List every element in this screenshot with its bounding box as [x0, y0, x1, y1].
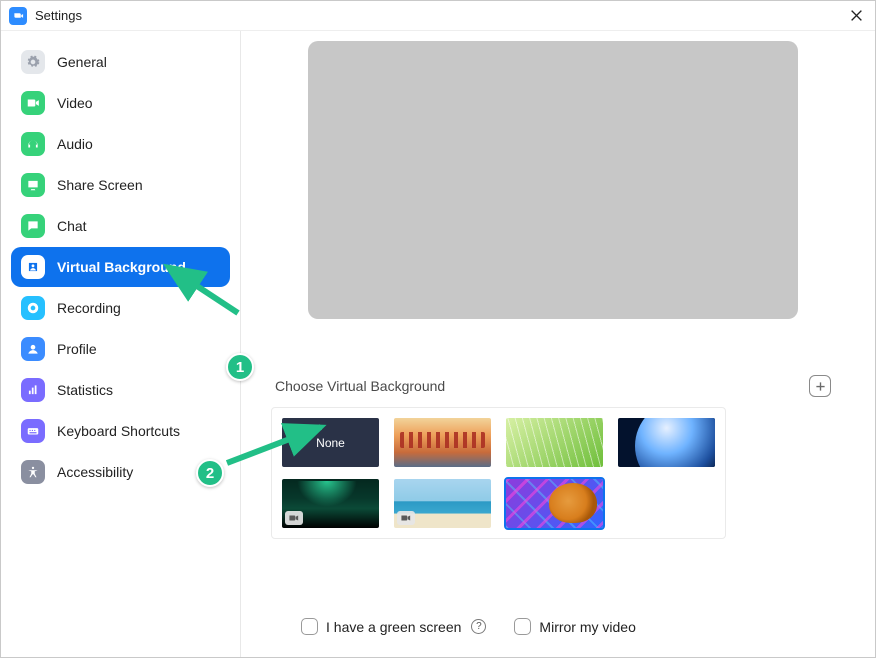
- gear-icon: [21, 50, 45, 74]
- bg-thumb-beach[interactable]: [394, 479, 491, 528]
- mirror-label: Mirror my video: [539, 619, 635, 635]
- a11y-icon: [21, 460, 45, 484]
- video-badge-icon: [285, 511, 303, 525]
- annotation-badge-2: 2: [196, 459, 224, 487]
- sidebar-item-label: Profile: [57, 341, 97, 357]
- add-background-button[interactable]: [809, 375, 831, 397]
- sidebar-item-label: Recording: [57, 300, 121, 316]
- sidebar-item-profile[interactable]: Profile: [11, 329, 230, 369]
- chat-icon: [21, 214, 45, 238]
- sidebar-item-label: Keyboard Shortcuts: [57, 423, 180, 439]
- info-icon[interactable]: ?: [471, 619, 486, 634]
- content-pane: Choose Virtual Background None I have a …: [241, 31, 875, 657]
- annotation-badge-1: 1: [226, 353, 254, 381]
- sidebar-item-label: Audio: [57, 136, 93, 152]
- sidebar-item-label: Statistics: [57, 382, 113, 398]
- vbg-icon: [21, 255, 45, 279]
- mirror-video-checkbox[interactable]: Mirror my video: [514, 618, 635, 635]
- green-screen-checkbox[interactable]: I have a green screen ?: [301, 618, 486, 635]
- video-preview: [308, 41, 798, 319]
- sidebar-item-label: Virtual Background: [57, 259, 186, 275]
- sidebar-item-label: Accessibility: [57, 464, 133, 480]
- sidebar-item-stats[interactable]: Statistics: [11, 370, 230, 410]
- bottom-options: I have a green screen ? Mirror my video: [301, 618, 636, 635]
- bg-thumb-earth[interactable]: [618, 418, 715, 467]
- profile-icon: [21, 337, 45, 361]
- window-title: Settings: [35, 8, 845, 23]
- sidebar-item-video[interactable]: Video: [11, 83, 230, 123]
- sidebar-item-label: Video: [57, 95, 93, 111]
- rec-icon: [21, 296, 45, 320]
- stats-icon: [21, 378, 45, 402]
- sidebar-item-label: Share Screen: [57, 177, 143, 193]
- share-icon: [21, 173, 45, 197]
- sidebar: General Video Audio Share Screen Chat Virtual…: [1, 31, 241, 657]
- bg-thumb-none[interactable]: None: [282, 418, 379, 467]
- bg-thumb-grass[interactable]: [506, 418, 603, 467]
- sidebar-item-share[interactable]: Share Screen: [11, 165, 230, 205]
- video-badge-icon: [397, 511, 415, 525]
- bg-thumb-aurora[interactable]: [282, 479, 379, 528]
- audio-icon: [21, 132, 45, 156]
- sidebar-item-gear[interactable]: General: [11, 42, 230, 82]
- sidebar-item-rec[interactable]: Recording: [11, 288, 230, 328]
- sidebar-item-label: Chat: [57, 218, 87, 234]
- video-icon: [21, 91, 45, 115]
- app-icon: [9, 7, 27, 25]
- section-label: Choose Virtual Background: [275, 378, 445, 394]
- background-grid: None: [271, 407, 726, 539]
- sidebar-item-audio[interactable]: Audio: [11, 124, 230, 164]
- kbd-icon: [21, 419, 45, 443]
- checkbox-box: [514, 618, 531, 635]
- close-button[interactable]: [845, 5, 867, 27]
- sidebar-item-vbg[interactable]: Virtual Background: [11, 247, 230, 287]
- sidebar-item-kbd[interactable]: Keyboard Shortcuts: [11, 411, 230, 451]
- checkbox-box: [301, 618, 318, 635]
- titlebar: Settings: [1, 1, 875, 31]
- bg-thumb-bridge[interactable]: [394, 418, 491, 467]
- sidebar-item-chat[interactable]: Chat: [11, 206, 230, 246]
- green-screen-label: I have a green screen: [326, 619, 461, 635]
- thumb-none-label: None: [316, 436, 345, 450]
- bg-thumb-tiger[interactable]: [506, 479, 603, 528]
- sidebar-item-label: General: [57, 54, 107, 70]
